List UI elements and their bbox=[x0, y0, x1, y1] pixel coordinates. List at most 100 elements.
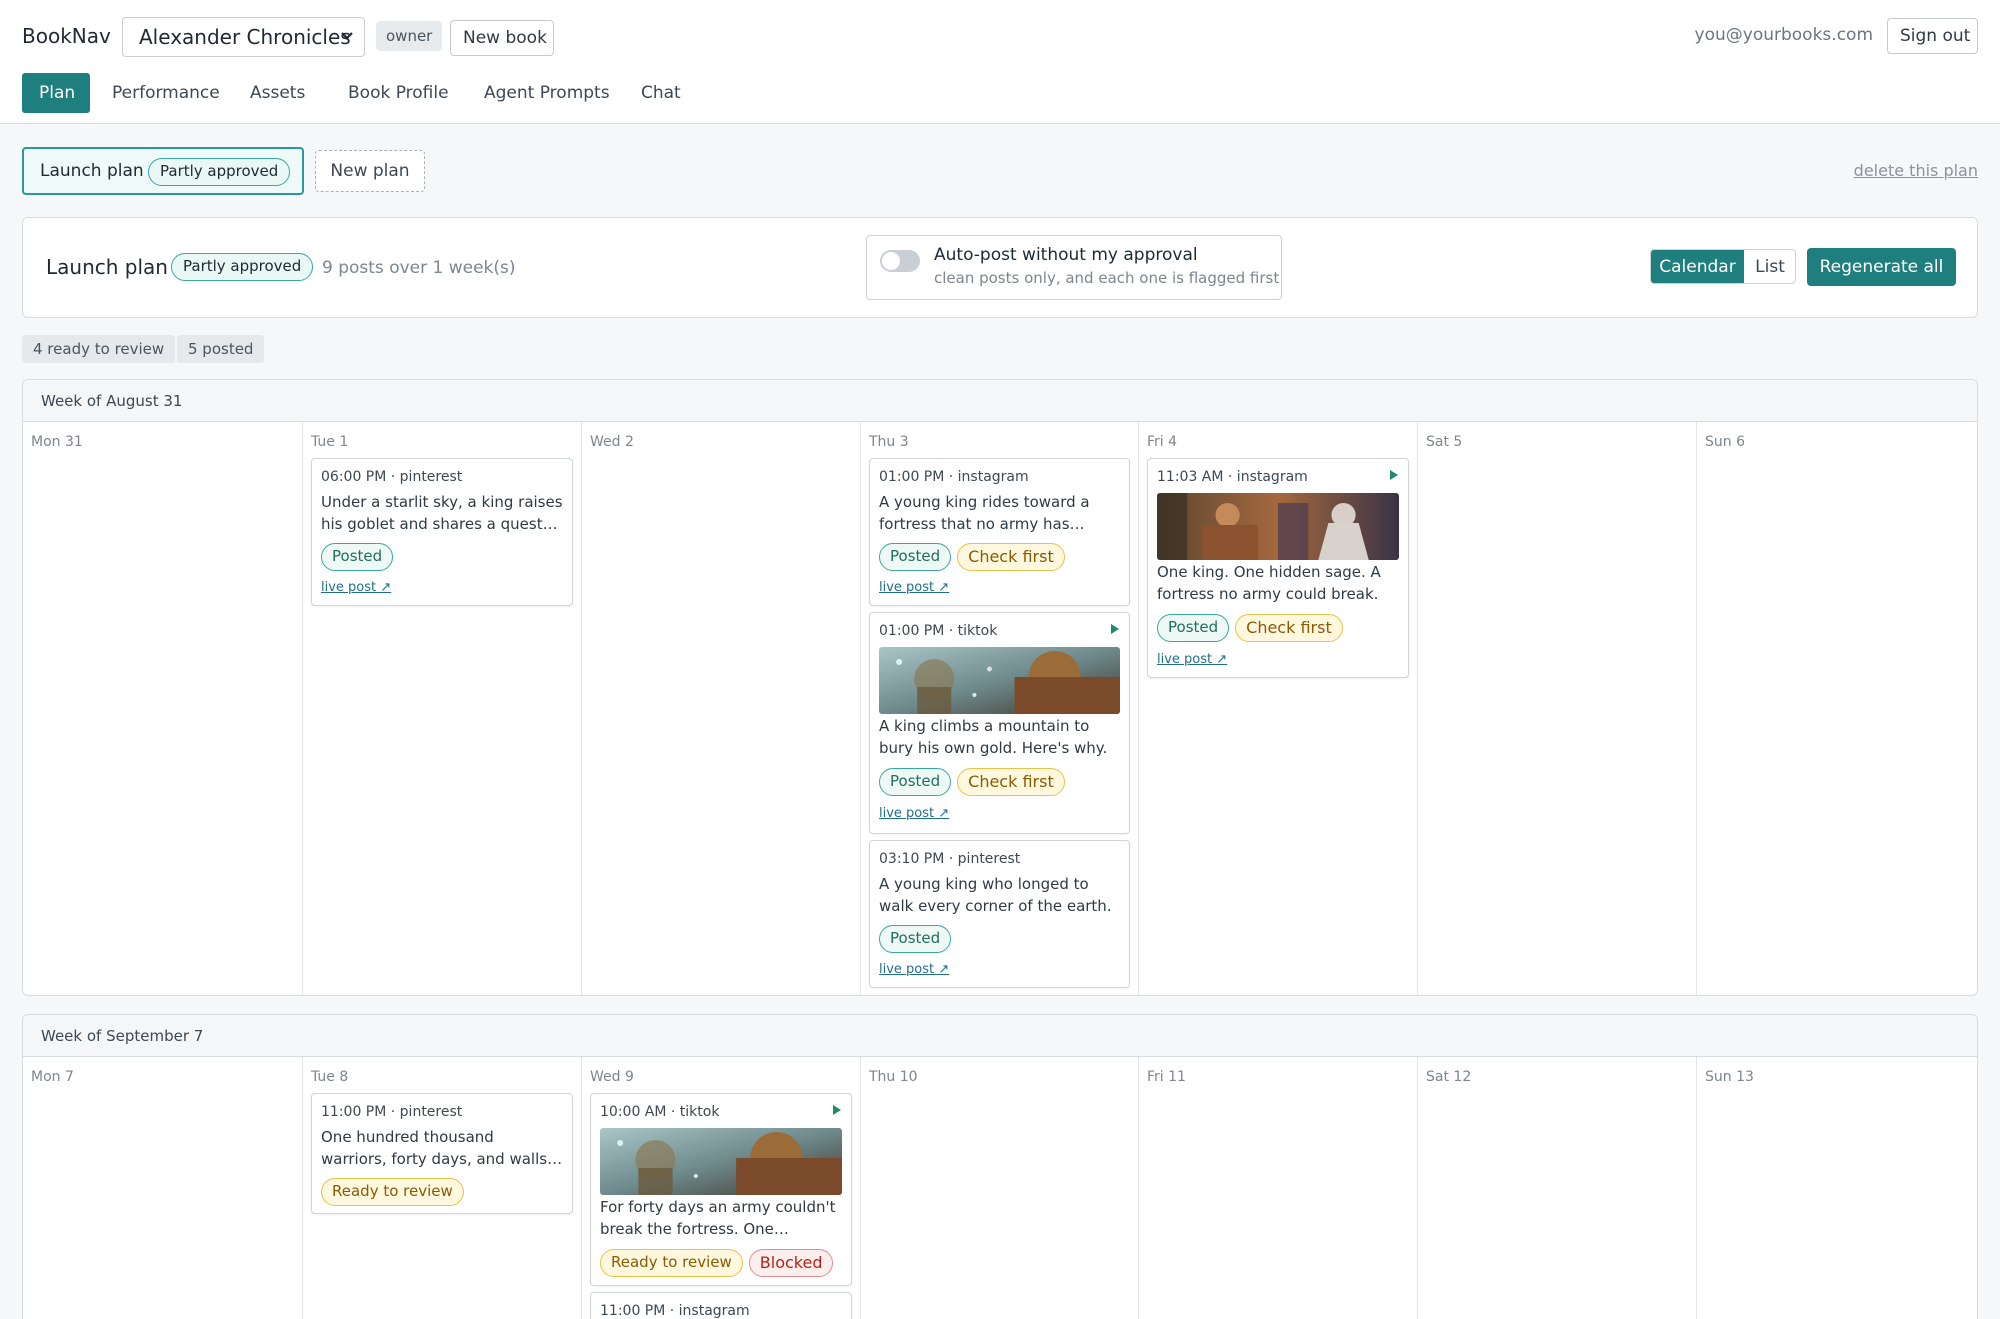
day-column: Sat 5 bbox=[1418, 422, 1697, 995]
post-card[interactable]: 03:10 PM · pinterest A young king who lo… bbox=[869, 840, 1130, 988]
post-card[interactable]: 11:03 AM · instagram One king. One hidde… bbox=[1147, 458, 1409, 678]
post-time-platform: 10:00 AM · tiktok bbox=[600, 1104, 720, 1120]
day-label: Sun 13 bbox=[1705, 1069, 1754, 1085]
live-post-link[interactable]: live post ↗ bbox=[879, 806, 949, 821]
day-label: Fri 4 bbox=[1147, 434, 1178, 450]
post-status-badges: Posted bbox=[879, 925, 957, 953]
new-plan-button[interactable]: New plan bbox=[315, 150, 425, 192]
regenerate-all-button[interactable]: Regenerate all bbox=[1807, 248, 1956, 286]
live-post-link[interactable]: live post ↗ bbox=[321, 580, 391, 595]
post-thumbnail-image bbox=[879, 647, 1120, 714]
post-caption: A young king rides toward a fortress tha… bbox=[879, 493, 1090, 533]
tab-agent-prompts[interactable]: Agent Prompts bbox=[467, 73, 627, 113]
status-badge: Posted bbox=[879, 543, 952, 571]
post-caption: A king climbs a mountain to bury his own… bbox=[879, 717, 1108, 757]
week-title: Week of September 7 bbox=[41, 1027, 204, 1045]
status-badge: Posted bbox=[321, 543, 394, 571]
post-status-badges: Posted Check first bbox=[1157, 614, 1349, 642]
day-label: Sat 5 bbox=[1426, 434, 1463, 450]
post-card[interactable]: 01:00 PM · tiktok A king climbs a mounta… bbox=[869, 612, 1130, 834]
plan-summary-card: Launch plan Partly approved 9 posts over… bbox=[22, 217, 1978, 318]
post-time-platform: 11:00 PM · instagram bbox=[600, 1303, 750, 1319]
brand-logo[interactable]: BookNav bbox=[22, 24, 111, 48]
post-status-badges: Posted Check first bbox=[879, 543, 1071, 571]
video-play-icon bbox=[833, 1105, 841, 1115]
blocked-badge: Blocked bbox=[748, 1249, 834, 1277]
plan-title: Launch plan bbox=[46, 255, 168, 279]
post-caption: For forty days an army couldn't break th… bbox=[600, 1198, 836, 1238]
post-time-platform: 11:00 PM · pinterest bbox=[321, 1104, 463, 1120]
post-status-badges: Posted bbox=[321, 543, 399, 571]
plan-status-badge: Partly approved bbox=[171, 253, 314, 281]
live-post-link[interactable]: live post ↗ bbox=[879, 962, 949, 977]
day-label: Sat 12 bbox=[1426, 1069, 1472, 1085]
check-first-badge: Check first bbox=[957, 543, 1065, 571]
post-status-badges: Posted Check first bbox=[879, 768, 1071, 796]
post-caption: One hundred thousand warriors, forty day… bbox=[321, 1128, 548, 1168]
day-label: Sun 6 bbox=[1705, 434, 1745, 450]
new-book-button[interactable]: New book bbox=[450, 20, 554, 56]
day-column: Tue 8 11:00 PM · pinterest One hundred t… bbox=[303, 1057, 582, 1319]
post-time-platform: 03:10 PM · pinterest bbox=[879, 851, 1021, 867]
tab-chat[interactable]: Chat bbox=[624, 73, 698, 113]
ready-to-review-badge: Ready to review bbox=[321, 1178, 464, 1206]
post-time-platform: 06:00 PM · pinterest bbox=[321, 469, 463, 485]
autopost-toggle[interactable] bbox=[880, 250, 920, 272]
day-label: Mon 31 bbox=[31, 434, 83, 450]
post-card[interactable]: 06:00 PM · pinterest Under a starlit sky… bbox=[311, 458, 573, 606]
week-header: Week of August 31 bbox=[23, 380, 1977, 422]
view-toggle: Calendar List bbox=[1650, 249, 1796, 284]
day-label: Tue 8 bbox=[311, 1069, 349, 1085]
view-list-button[interactable]: List bbox=[1744, 250, 1795, 283]
plan-summary-text: 9 posts over 1 week(s) bbox=[322, 258, 516, 278]
post-card[interactable]: 11:00 PM · pinterest One hundred thousan… bbox=[311, 1093, 573, 1214]
day-column: Sat 12 bbox=[1418, 1057, 1697, 1319]
live-post-link[interactable]: live post ↗ bbox=[1157, 652, 1227, 667]
tab-performance[interactable]: Performance bbox=[95, 73, 237, 113]
video-play-icon bbox=[1111, 624, 1119, 634]
post-status-badges: Ready to review bbox=[321, 1178, 470, 1206]
day-column: Tue 1 06:00 PM · pinterest Under a starl… bbox=[303, 422, 582, 995]
week-header: Week of September 7 bbox=[23, 1015, 1977, 1057]
day-label: Tue 1 bbox=[311, 434, 349, 450]
chevron-down-icon bbox=[341, 32, 353, 40]
tab-book-profile[interactable]: Book Profile bbox=[331, 73, 466, 113]
post-card[interactable]: 10:00 AM · tiktok For forty days an army… bbox=[590, 1093, 852, 1286]
post-card[interactable]: 11:00 PM · instagram bbox=[590, 1292, 852, 1319]
status-badge: Posted bbox=[879, 768, 952, 796]
check-first-badge: Check first bbox=[957, 768, 1065, 796]
post-caption: One king. One hidden sage. A fortress no… bbox=[1157, 563, 1381, 603]
plan-chip-name: Launch plan bbox=[40, 161, 144, 181]
sign-out-button[interactable]: Sign out bbox=[1887, 18, 1978, 54]
post-time-platform: 11:03 AM · instagram bbox=[1157, 469, 1308, 485]
book-select[interactable]: Alexander Chronicles bbox=[122, 17, 365, 57]
autopost-label: Auto-post without my approval bbox=[934, 245, 1198, 265]
live-post-link[interactable]: live post ↗ bbox=[879, 580, 949, 595]
post-caption: Under a starlit sky, a king raises his g… bbox=[321, 493, 563, 533]
ready-count-chip: 4 ready to review bbox=[22, 335, 176, 363]
toggle-knob bbox=[882, 252, 900, 270]
plan-chip-launch[interactable]: Launch plan Partly approved bbox=[22, 147, 304, 195]
video-play-icon bbox=[1390, 470, 1398, 480]
post-card[interactable]: 01:00 PM · instagram A young king rides … bbox=[869, 458, 1130, 606]
autopost-sublabel: clean posts only, and each one is flagge… bbox=[934, 269, 1280, 287]
posted-count-chip: 5 posted bbox=[177, 335, 265, 363]
tab-plan[interactable]: Plan bbox=[22, 73, 90, 113]
role-badge: owner bbox=[376, 21, 443, 51]
user-email: you@yourbooks.com bbox=[1694, 25, 1873, 45]
view-calendar-button[interactable]: Calendar bbox=[1651, 250, 1744, 283]
top-header: BookNav Alexander Chronicles owner New b… bbox=[0, 0, 2000, 124]
delete-plan-link[interactable]: delete this plan bbox=[1854, 161, 1978, 180]
day-label: Thu 10 bbox=[869, 1069, 918, 1085]
day-column: Thu 10 bbox=[861, 1057, 1139, 1319]
day-column: Thu 3 01:00 PM · instagram A young king … bbox=[861, 422, 1139, 995]
plan-chip-status-badge: Partly approved bbox=[148, 158, 291, 186]
tab-assets[interactable]: Assets bbox=[233, 73, 322, 113]
ready-to-review-badge: Ready to review bbox=[600, 1249, 743, 1277]
day-column: Wed 2 bbox=[582, 422, 861, 995]
week-block: Week of August 31 Mon 31 Tue 1 06:00 PM … bbox=[22, 379, 1978, 996]
day-column: Mon 7 bbox=[23, 1057, 303, 1319]
book-select-value: Alexander Chronicles bbox=[139, 25, 351, 49]
day-column: Sun 13 bbox=[1697, 1057, 1977, 1319]
day-column: Sun 6 bbox=[1697, 422, 1977, 995]
